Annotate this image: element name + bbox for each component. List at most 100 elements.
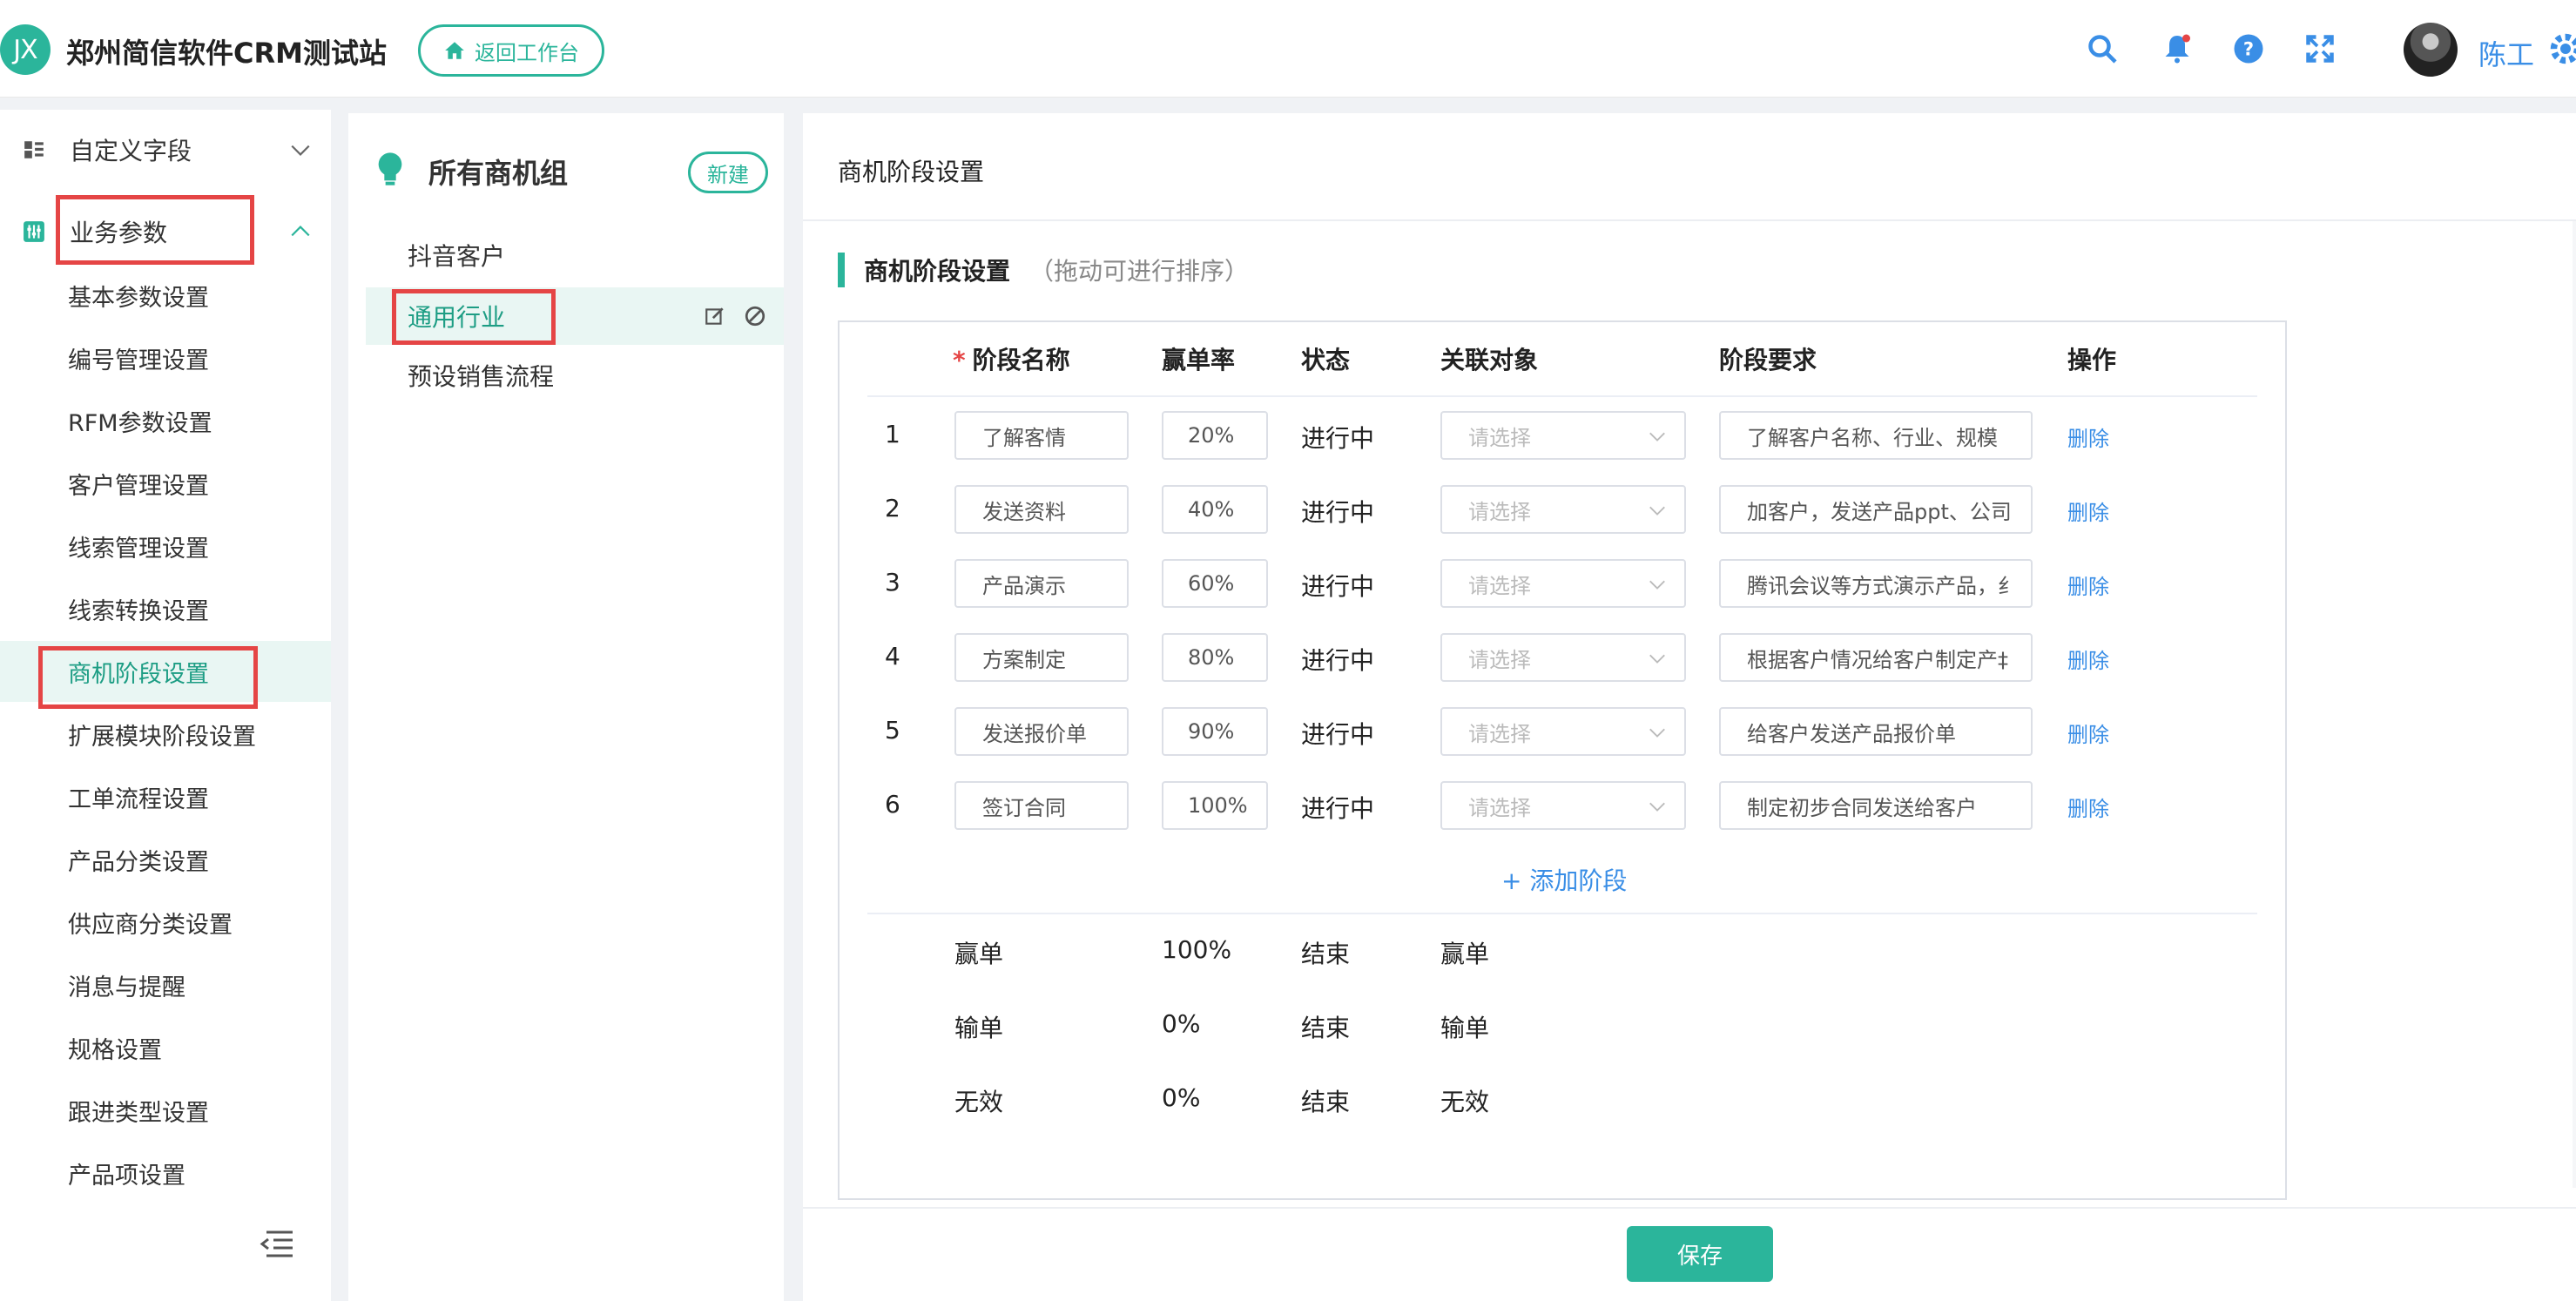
delete-stage-link[interactable]: 删除 xyxy=(2067,570,2109,600)
stage-status: 进行中 xyxy=(1301,720,1375,749)
search-icon[interactable] xyxy=(2087,33,2118,64)
chevron-down-icon xyxy=(1649,654,1665,664)
sidebar-item-basic-params[interactable]: 基本参数设置 xyxy=(0,265,331,326)
grid-list-icon xyxy=(24,141,44,158)
related-object-select[interactable]: 请选择 xyxy=(1440,559,1686,608)
required-asterisk: * xyxy=(953,346,966,374)
stage-status: 进行中 xyxy=(1301,572,1375,601)
chevron-down-icon xyxy=(1649,802,1665,812)
chevron-down-icon xyxy=(1649,580,1665,590)
sidebar-item-messages[interactable]: 消息与提醒 xyxy=(0,954,331,1015)
settings-gear-icon[interactable] xyxy=(2550,33,2576,64)
select-placeholder: 请选择 xyxy=(1468,795,1531,820)
group-item-preset-sales-flow[interactable]: 预设销售流程 xyxy=(366,347,784,404)
group-item-label: 抖音客户 xyxy=(408,242,506,271)
sidebar-item-rfm[interactable]: RFM参数设置 xyxy=(0,390,331,451)
final-stage-status: 结束 xyxy=(1301,940,1351,968)
win-rate-input[interactable]: 60% xyxy=(1162,559,1268,608)
sidebar-item-product-category[interactable]: 产品分类设置 xyxy=(0,829,331,890)
win-rate-input[interactable]: 80% xyxy=(1162,633,1268,682)
collapse-sidebar-icon[interactable] xyxy=(260,1230,294,1259)
select-placeholder: 请选择 xyxy=(1468,573,1531,598)
add-stage-link[interactable]: + 添加阶段 xyxy=(1501,862,1627,897)
delete-stage-link[interactable]: 删除 xyxy=(2067,718,2109,748)
disable-icon[interactable] xyxy=(744,305,766,327)
stage-name-input[interactable]: 发送报价单 xyxy=(954,707,1129,756)
stage-name-input[interactable]: 了解客情 xyxy=(954,411,1129,460)
win-rate-input[interactable]: 100% xyxy=(1162,781,1268,830)
svg-text:?: ? xyxy=(2243,39,2254,60)
sidebar-group-custom-fields[interactable]: 自定义字段 xyxy=(0,115,331,185)
stage-status: 进行中 xyxy=(1301,646,1375,675)
final-stage-name: 无效 xyxy=(954,1088,1004,1116)
notification-bell-icon[interactable] xyxy=(2161,33,2193,64)
stage-requirement-input[interactable]: 给客户发送产品报价单 xyxy=(1719,707,2033,756)
delete-stage-link[interactable]: 删除 xyxy=(2067,421,2109,452)
scrollbar-track[interactable] xyxy=(2573,221,2576,1188)
stage-name-input[interactable]: 发送资料 xyxy=(954,485,1129,534)
section-hint: （拖动可进行排序） xyxy=(1029,257,1250,286)
related-object-select[interactable]: 请选择 xyxy=(1440,707,1686,756)
column-header-name: * 阶段名称 xyxy=(953,341,1070,376)
sidebar-item-product-items[interactable]: 产品项设置 xyxy=(0,1143,331,1203)
stage-name-input[interactable]: 方案制定 xyxy=(954,633,1129,682)
sidebar-item-lead-mgmt[interactable]: 线索管理设置 xyxy=(0,516,331,576)
select-placeholder: 请选择 xyxy=(1468,647,1531,672)
chevron-down-icon xyxy=(291,145,310,156)
win-rate-input[interactable]: 20% xyxy=(1162,411,1268,460)
sidebar-item-numbering[interactable]: 编号管理设置 xyxy=(0,327,331,388)
stage-requirement-input[interactable]: 了解客户名称、行业、规模 xyxy=(1719,411,2033,460)
final-stage-object: 输单 xyxy=(1440,1014,1490,1042)
sidebar-item-opportunity-stages[interactable]: 商机阶段设置 xyxy=(0,641,331,702)
user-name[interactable]: 陈工 xyxy=(2478,33,2534,73)
delete-stage-link[interactable]: 删除 xyxy=(2067,792,2109,822)
group-item-label: 通用行业 xyxy=(408,303,506,332)
group-item-general-industry[interactable]: 通用行业 xyxy=(366,287,784,345)
column-header-action: 操作 xyxy=(2067,346,2117,374)
panel-header: 商机阶段设置 xyxy=(803,113,2576,221)
row-index: 2 xyxy=(885,494,900,522)
final-stage-status: 结束 xyxy=(1301,1014,1351,1042)
related-object-select[interactable]: 请选择 xyxy=(1440,485,1686,534)
final-stage-rate: 0% xyxy=(1162,1083,1201,1112)
sidebar-item-extension-stages[interactable]: 扩展模块阶段设置 xyxy=(0,704,331,765)
sidebar-item-workorder-flow[interactable]: 工单流程设置 xyxy=(0,766,331,827)
app-logo: JX xyxy=(0,24,51,75)
groups-panel-title: 所有商机组 xyxy=(428,157,569,190)
win-rate-input[interactable]: 90% xyxy=(1162,707,1268,756)
sidebar-item-specs[interactable]: 规格设置 xyxy=(0,1017,331,1078)
final-stages-divider xyxy=(867,913,2257,914)
row-index: 5 xyxy=(885,716,900,745)
stage-name-input[interactable]: 签订合同 xyxy=(954,781,1129,830)
edit-icon[interactable] xyxy=(704,305,726,327)
new-group-button[interactable]: 新建 xyxy=(688,152,768,193)
column-header-rate: 赢单率 xyxy=(1162,346,1236,374)
stage-name-input[interactable]: 产品演示 xyxy=(954,559,1129,608)
delete-stage-link[interactable]: 删除 xyxy=(2067,495,2109,526)
stage-requirement-input[interactable]: 腾讯会议等方式演示产品，纟 xyxy=(1719,559,2033,608)
sidebar-item-supplier-category[interactable]: 供应商分类设置 xyxy=(0,892,331,953)
sidebar-item-customer-mgmt[interactable]: 客户管理设置 xyxy=(0,453,331,514)
stage-requirement-input[interactable]: 加客户，发送产品ppt、公司 xyxy=(1719,485,2033,534)
sidebar-item-followup-types[interactable]: 跟进类型设置 xyxy=(0,1080,331,1141)
related-object-select[interactable]: 请选择 xyxy=(1440,633,1686,682)
user-avatar[interactable] xyxy=(2404,23,2458,77)
group-item-douyin[interactable]: 抖音客户 xyxy=(366,226,784,284)
lightbulb-icon xyxy=(378,152,402,185)
help-icon[interactable]: ? xyxy=(2233,33,2264,64)
stage-requirement-input[interactable]: 制定初步合同发送给客户 xyxy=(1719,781,2033,830)
fullscreen-icon[interactable] xyxy=(2304,33,2336,64)
stage-requirement-input[interactable]: 根据客户情况给客户制定产‡ xyxy=(1719,633,2033,682)
related-object-select[interactable]: 请选择 xyxy=(1440,411,1686,460)
section-accent-bar xyxy=(838,253,845,287)
delete-stage-link[interactable]: 删除 xyxy=(2067,644,2109,674)
save-button[interactable]: 保存 xyxy=(1627,1226,1773,1282)
win-rate-input[interactable]: 40% xyxy=(1162,485,1268,534)
related-object-select[interactable]: 请选择 xyxy=(1440,781,1686,830)
sidebar-group-business-params[interactable]: 业务参数 xyxy=(0,197,331,266)
chevron-up-icon xyxy=(291,226,310,237)
sidebar-item-lead-conversion[interactable]: 线索转换设置 xyxy=(0,578,331,639)
back-to-workbench-button[interactable]: 返回工作台 xyxy=(418,24,604,77)
chevron-down-icon xyxy=(1649,728,1665,738)
header-divider xyxy=(867,395,2257,397)
